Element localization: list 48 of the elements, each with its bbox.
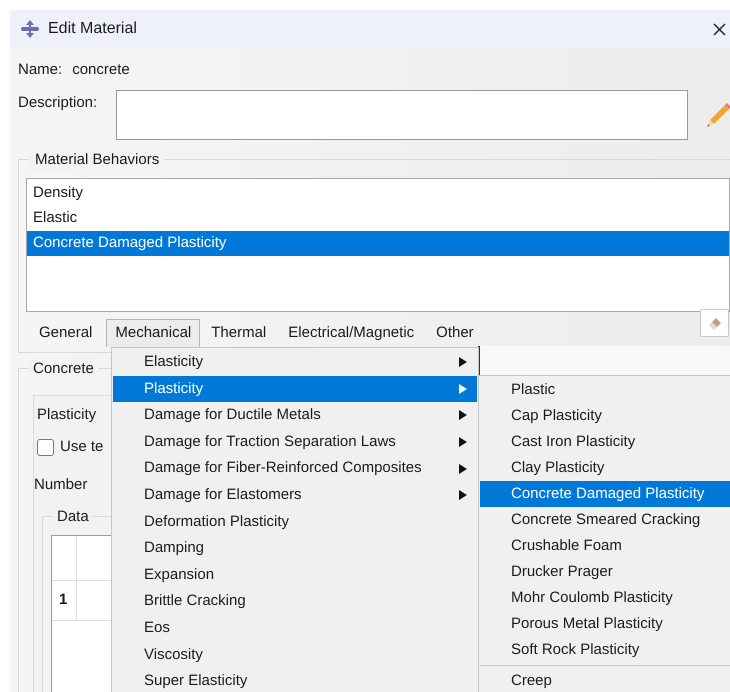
menu-item[interactable]: Plastic bbox=[480, 377, 730, 403]
menu-item[interactable]: Concrete Damaged Plasticity bbox=[480, 481, 730, 507]
menu-item[interactable]: Eos bbox=[113, 614, 477, 642]
menu-item[interactable]: General bbox=[31, 319, 100, 347]
list-item[interactable]: Elastic bbox=[27, 206, 729, 231]
menu-item[interactable]: Thermal bbox=[203, 319, 274, 347]
menu-item[interactable]: Damage for Fiber-Reinforced Composites bbox=[113, 455, 477, 482]
menu-item[interactable]: Damage for Ductile Metals bbox=[113, 402, 477, 429]
name-label: Name: bbox=[18, 60, 62, 80]
menu-item[interactable]: Mohr Coulomb Plasticity bbox=[480, 585, 730, 611]
menu-item[interactable]: Plasticity bbox=[113, 376, 477, 402]
menu-item[interactable]: Damage for Traction Separation Laws bbox=[113, 428, 477, 456]
menu-item[interactable]: Other bbox=[428, 319, 482, 347]
menu-item[interactable]: Drucker Prager bbox=[480, 559, 730, 585]
menu-item[interactable]: Brittle Cracking bbox=[113, 588, 477, 615]
menu-item[interactable]: Porous Metal Plasticity bbox=[480, 611, 730, 637]
menu-item[interactable]: Electrical/Magnetic bbox=[280, 319, 422, 347]
number-label: Number bbox=[34, 475, 88, 495]
menu-item[interactable]: Mechanical bbox=[106, 319, 200, 347]
app-icon bbox=[20, 20, 40, 38]
list-item[interactable]: Concrete Damaged Plasticity bbox=[27, 231, 729, 256]
menu-item[interactable]: Super Elasticity bbox=[113, 668, 477, 692]
checkbox-label[interactable]: Use te bbox=[60, 436, 104, 458]
menu-item[interactable]: Expansion bbox=[113, 562, 477, 588]
menu-item[interactable]: Deformation Plasticity bbox=[113, 508, 477, 536]
menu-item[interactable]: Clay Plasticity bbox=[480, 455, 730, 481]
description-field[interactable] bbox=[116, 90, 688, 140]
window-title: Edit Material bbox=[48, 19, 137, 39]
tab-label[interactable]: Plasticity bbox=[37, 404, 96, 426]
menu-item[interactable]: Viscosity bbox=[113, 642, 477, 668]
description-label: Description: bbox=[18, 93, 98, 113]
menu-item[interactable]: Soft Rock Plasticity bbox=[480, 637, 730, 663]
eraser-icon bbox=[706, 316, 722, 330]
menu-item[interactable]: Concrete Smeared Cracking bbox=[480, 507, 730, 533]
menu-item[interactable]: Crushable Foam bbox=[480, 533, 730, 559]
menu-item[interactable]: Damping bbox=[113, 535, 477, 562]
row-number: 1 bbox=[52, 581, 77, 620]
pencil-icon[interactable] bbox=[704, 100, 730, 128]
menu-item[interactable]: Creep bbox=[480, 668, 730, 692]
menu-item[interactable]: Cap Plasticity bbox=[480, 403, 730, 429]
menu-item[interactable]: Damage for Elastomers bbox=[113, 482, 477, 509]
close-icon[interactable] bbox=[713, 22, 726, 36]
eraser-button[interactable] bbox=[700, 309, 729, 337]
list-item[interactable]: Density bbox=[27, 181, 729, 206]
name-value: concrete bbox=[72, 60, 130, 80]
checkbox[interactable] bbox=[37, 438, 54, 456]
menu-item[interactable]: Cast Iron Plasticity bbox=[480, 429, 730, 455]
menu-item[interactable]: Elasticity bbox=[113, 349, 477, 376]
